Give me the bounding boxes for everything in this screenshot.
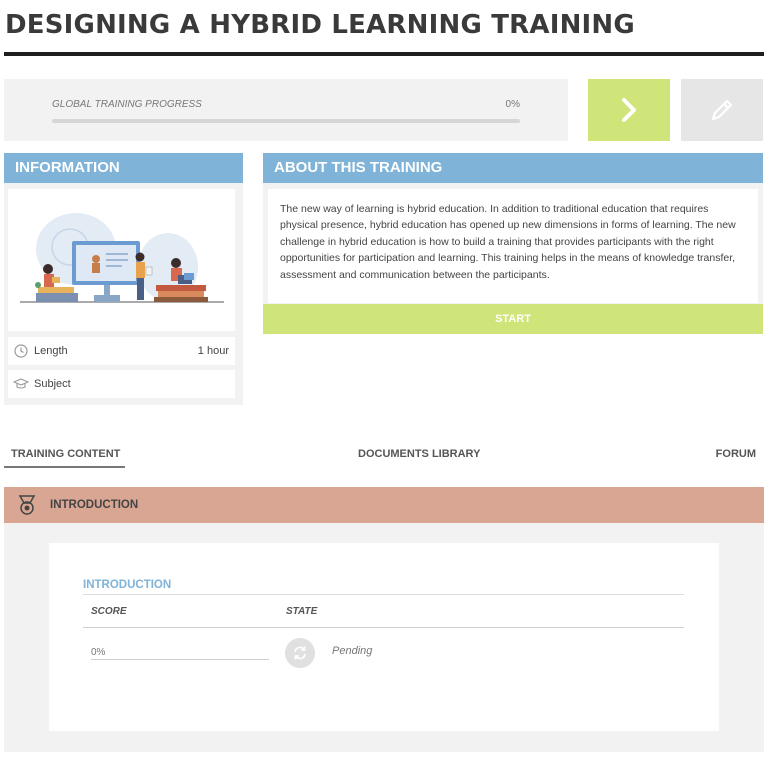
module-content: INTRODUCTION SCORE STATE 0% Pending bbox=[4, 523, 764, 752]
subject-label: Subject bbox=[34, 378, 71, 390]
next-button[interactable] bbox=[588, 79, 670, 141]
information-header: INFORMATION bbox=[4, 153, 243, 183]
state-column-header: STATE bbox=[286, 606, 318, 617]
graduation-cap-icon bbox=[8, 378, 34, 390]
subject-row: Subject bbox=[8, 370, 235, 398]
length-value: 1 hour bbox=[197, 345, 229, 357]
tab-training-content[interactable]: TRAINING CONTENT bbox=[11, 448, 120, 460]
length-row: Length 1 hour bbox=[8, 337, 235, 365]
lesson-card: INTRODUCTION SCORE STATE 0% Pending bbox=[49, 543, 719, 731]
clock-icon bbox=[8, 344, 34, 358]
pencil-icon bbox=[711, 99, 733, 121]
about-panel: ABOUT THIS TRAINING The new way of learn… bbox=[263, 153, 763, 334]
refresh-icon[interactable] bbox=[285, 638, 315, 668]
module-title: INTRODUCTION bbox=[50, 499, 139, 511]
divider bbox=[83, 627, 684, 628]
edit-button[interactable] bbox=[681, 79, 763, 141]
content-tabs: TRAINING CONTENT DOCUMENTS LIBRARY FORUM bbox=[4, 440, 764, 470]
hybrid-learning-illustration bbox=[8, 189, 235, 331]
about-header: ABOUT THIS TRAINING bbox=[263, 153, 763, 183]
score-value: 0% bbox=[91, 647, 106, 658]
progress-label: GLOBAL TRAINING PROGRESS bbox=[52, 99, 202, 110]
title-divider bbox=[4, 52, 764, 56]
about-description: The new way of learning is hybrid educat… bbox=[268, 189, 758, 303]
state-value: Pending bbox=[332, 645, 373, 657]
training-progress: GLOBAL TRAINING PROGRESS 0% bbox=[4, 79, 568, 141]
lesson-title[interactable]: INTRODUCTION bbox=[83, 579, 171, 591]
medal-icon bbox=[4, 494, 50, 516]
score-column-header: SCORE bbox=[91, 606, 127, 617]
divider bbox=[83, 594, 684, 595]
tab-documents-library[interactable]: DOCUMENTS LIBRARY bbox=[358, 448, 480, 460]
progress-value: 0% bbox=[505, 99, 520, 110]
start-button[interactable]: START bbox=[263, 304, 763, 334]
tab-forum[interactable]: FORUM bbox=[716, 448, 756, 460]
chevron-right-icon bbox=[622, 98, 636, 122]
active-tab-indicator bbox=[4, 466, 125, 468]
progress-bar bbox=[52, 119, 520, 123]
information-panel: INFORMATION Length 1 hour Subject bbox=[4, 153, 243, 405]
page-title: DESIGNING A HYBRID LEARNING TRAINING bbox=[5, 10, 635, 40]
score-underline bbox=[91, 659, 269, 660]
module-introduction-header[interactable]: INTRODUCTION bbox=[4, 487, 764, 523]
length-label: Length bbox=[34, 345, 68, 357]
